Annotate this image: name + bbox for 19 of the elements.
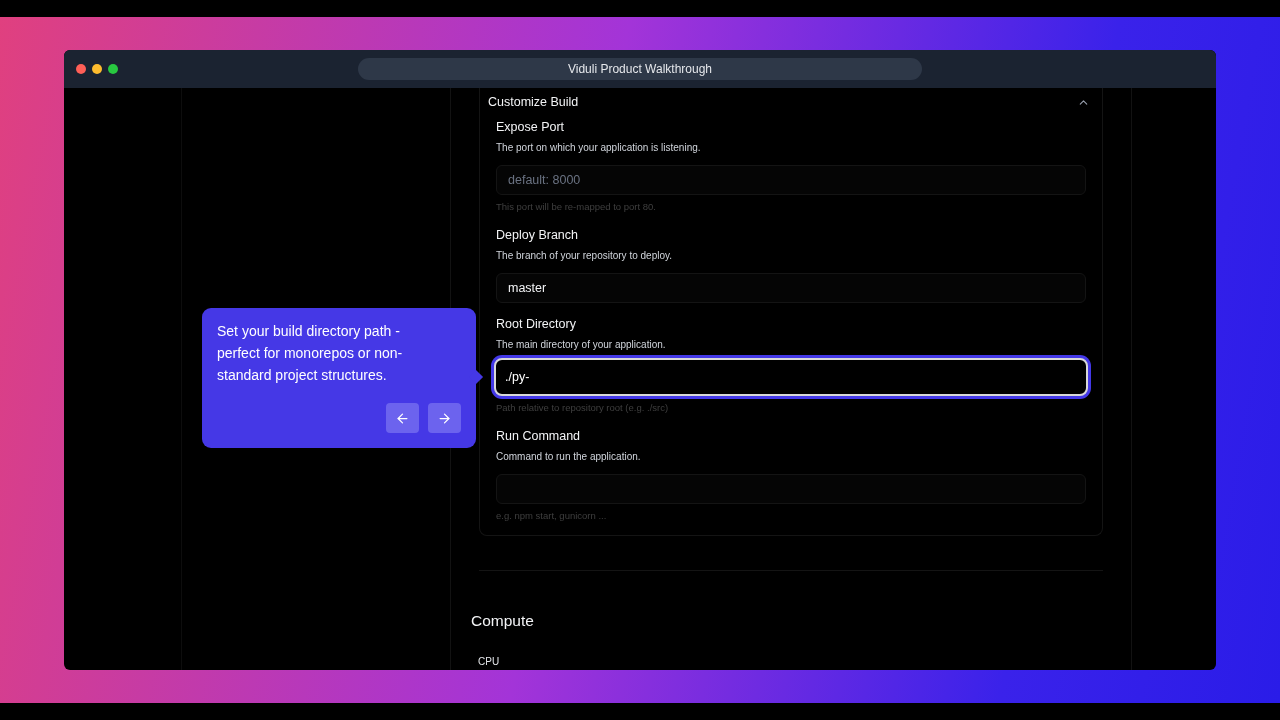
input-field[interactable]: ./py- xyxy=(494,357,1088,396)
field-label: Deploy Branch xyxy=(496,227,579,244)
field-label: CPU xyxy=(478,655,501,669)
field-description: The branch of your repository to deploy. xyxy=(496,248,674,263)
field-label: Run Command xyxy=(496,427,582,445)
field-description: The main directory of your application. xyxy=(496,337,667,352)
section-heading: Compute xyxy=(471,610,535,631)
field-description: Command to run the application. xyxy=(496,449,642,464)
previous-button[interactable] xyxy=(386,403,419,433)
input-field[interactable]: default: 8000 xyxy=(496,164,1086,195)
arrow-right-icon xyxy=(437,410,452,426)
next-button[interactable] xyxy=(428,403,461,433)
field-label: Root Directory xyxy=(496,315,577,333)
section-title: Customize Build xyxy=(488,93,579,111)
tour-text: Set your build directory path - perfect for monorepos or non-standard project structures. xyxy=(217,322,404,385)
field-description: The port on which your application is listening. xyxy=(496,140,702,155)
input-field[interactable]: master xyxy=(496,272,1086,303)
window-title: Viduli Product Walkthrough xyxy=(358,58,922,80)
field-label: Expose Port xyxy=(496,119,566,136)
